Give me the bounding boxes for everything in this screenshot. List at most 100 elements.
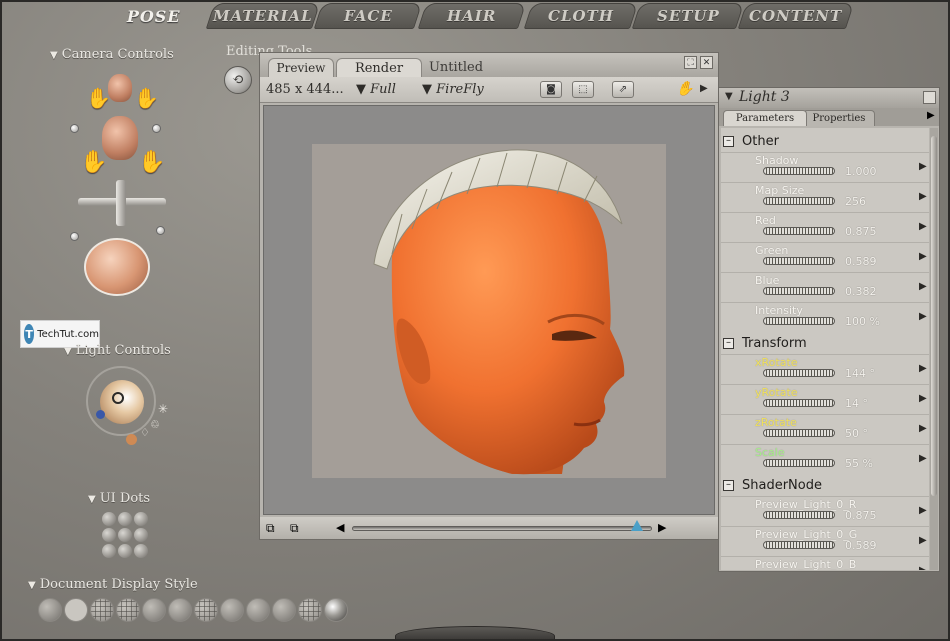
bulb-icon[interactable]: ♢ xyxy=(140,426,150,439)
display-style-outline[interactable] xyxy=(64,598,88,622)
display-style-texture-shaded[interactable] xyxy=(324,598,348,622)
param-menu-arrow-icon[interactable]: ▶ xyxy=(919,423,927,434)
display-style-hidden-line[interactable] xyxy=(116,598,140,622)
small-dot-left-icon[interactable] xyxy=(70,232,79,241)
param-value[interactable]: 50 ° xyxy=(845,427,868,440)
param-value[interactable]: 100 % xyxy=(845,315,880,328)
display-style-cartoon[interactable] xyxy=(220,598,244,622)
tab-hair[interactable]: HAIR xyxy=(417,3,527,29)
param-dial[interactable] xyxy=(763,317,835,325)
close-icon[interactable]: ✕ xyxy=(700,56,713,69)
param-menu-arrow-icon[interactable]: ▶ xyxy=(919,565,927,570)
selected-actor-name[interactable]: Light 3 xyxy=(739,89,790,105)
title-dropdown-triangle-icon[interactable]: ▼ xyxy=(725,91,733,102)
param-value[interactable]: 14 ° xyxy=(845,397,868,410)
parameters-scrollbar[interactable] xyxy=(930,128,938,570)
render-compare-icon[interactable]: ⧉ xyxy=(266,521,275,536)
tab-pose[interactable]: POSE xyxy=(114,3,194,29)
param-dial[interactable] xyxy=(763,429,835,437)
hand-right-icon[interactable]: ✋ xyxy=(134,86,159,110)
more-arrow-icon[interactable]: ▶ xyxy=(700,83,708,94)
light-position-handle[interactable] xyxy=(112,392,124,404)
param-dial[interactable] xyxy=(763,167,835,175)
document-display-style-header[interactable]: ▼ Document Display Style xyxy=(28,577,198,592)
move-xz-hand-icon[interactable]: ✋ xyxy=(138,150,165,175)
palette-menu-arrow-icon[interactable]: ▶ xyxy=(927,110,935,121)
tab-material[interactable]: MATERIAL xyxy=(205,3,321,29)
display-style-lit-wireframe[interactable] xyxy=(142,598,166,622)
parameters-scrollbar-thumb[interactable] xyxy=(931,136,937,496)
light-controls-header[interactable]: ▼ Light Controls xyxy=(64,343,171,358)
render-history-icon[interactable]: ⧉ xyxy=(290,521,299,536)
timeline-right-arrow-icon[interactable]: ▶ xyxy=(658,521,666,534)
display-style-flat-lined[interactable] xyxy=(194,598,218,622)
param-value[interactable]: 256 xyxy=(845,195,866,208)
light-blue-dot-icon[interactable] xyxy=(96,410,105,419)
collapse-box-icon[interactable]: – xyxy=(723,337,734,349)
param-menu-arrow-icon[interactable]: ▶ xyxy=(919,311,927,322)
ui-dot[interactable] xyxy=(102,544,116,558)
timeline-left-arrow-icon[interactable]: ◀ xyxy=(336,521,344,534)
tab-setup[interactable]: SETUP xyxy=(631,3,745,29)
ui-dot[interactable] xyxy=(118,528,132,542)
param-group-0[interactable]: – Other xyxy=(723,132,779,150)
ui-dot[interactable] xyxy=(118,544,132,558)
param-menu-arrow-icon[interactable]: ▶ xyxy=(919,363,927,374)
param-value[interactable]: 144 ° xyxy=(845,367,875,380)
move-xy-hand-icon[interactable]: ✋ xyxy=(80,150,107,175)
display-style-smooth-shaded[interactable] xyxy=(272,598,296,622)
display-style-silhouette[interactable] xyxy=(38,598,62,622)
ui-dot[interactable] xyxy=(118,512,132,526)
ui-dot[interactable] xyxy=(134,544,148,558)
head-camera-icon[interactable] xyxy=(108,74,132,102)
param-value[interactable]: 0.875 xyxy=(845,225,877,238)
display-style-cartoon-line[interactable] xyxy=(246,598,270,622)
sun-icon[interactable]: ✳ xyxy=(158,402,168,416)
trash-icon[interactable]: ♲ xyxy=(150,418,160,431)
param-menu-arrow-icon[interactable]: ▶ xyxy=(919,535,927,546)
ui-dot[interactable] xyxy=(102,512,116,526)
param-dial[interactable] xyxy=(763,399,835,407)
ui-dot[interactable] xyxy=(134,512,148,526)
param-dial[interactable] xyxy=(763,459,835,467)
param-menu-arrow-icon[interactable]: ▶ xyxy=(919,161,927,172)
param-value[interactable]: 0.589 xyxy=(845,255,877,268)
export-image-icon[interactable]: ⇗ xyxy=(612,81,634,98)
param-value[interactable]: 0.875 xyxy=(845,509,877,522)
ui-dots-header[interactable]: ▼ UI Dots xyxy=(88,491,150,506)
param-group-1[interactable]: – Transform xyxy=(723,334,807,352)
param-value[interactable]: 1.000 xyxy=(845,165,877,178)
param-dial[interactable] xyxy=(763,369,835,377)
trackball-bar-vertical[interactable] xyxy=(116,180,126,226)
param-value[interactable]: 0.382 xyxy=(845,285,877,298)
param-dial[interactable] xyxy=(763,197,835,205)
tab-properties[interactable]: Properties xyxy=(803,110,875,126)
tab-preview[interactable]: Preview xyxy=(268,58,334,77)
param-menu-arrow-icon[interactable]: ▶ xyxy=(919,191,927,202)
param-value[interactable]: 55 % xyxy=(845,457,873,470)
render-camera-icon[interactable]: ◙ xyxy=(540,81,562,98)
area-render-icon[interactable]: ⬚ xyxy=(572,81,594,98)
hand-pan-icon[interactable]: ✋ xyxy=(676,81,693,97)
ui-dot[interactable] xyxy=(134,528,148,542)
render-slider-thumb[interactable] xyxy=(631,520,643,531)
param-menu-arrow-icon[interactable]: ▶ xyxy=(919,221,927,232)
render-slider[interactable] xyxy=(352,526,652,531)
display-style-smooth-lined[interactable] xyxy=(298,598,322,622)
collapse-box-icon[interactable]: – xyxy=(723,135,734,147)
tab-render[interactable]: Render xyxy=(336,58,422,77)
resolution-dropdown[interactable]: ▼ Full xyxy=(356,82,396,97)
param-menu-arrow-icon[interactable]: ▶ xyxy=(919,453,927,464)
collapse-box-icon[interactable]: – xyxy=(723,479,734,491)
tab-content[interactable]: CONTENT xyxy=(737,3,855,29)
renderer-dropdown[interactable]: ▼ FireFly xyxy=(422,82,484,97)
param-menu-arrow-icon[interactable]: ▶ xyxy=(919,393,927,404)
camera-trackball[interactable] xyxy=(84,238,150,296)
ui-dot[interactable] xyxy=(102,528,116,542)
rotate-tool-button[interactable]: ⟲ xyxy=(224,66,252,94)
tab-cloth[interactable]: CLOTH xyxy=(523,3,639,29)
param-dial[interactable] xyxy=(763,511,835,519)
param-group-2[interactable]: – ShaderNode xyxy=(723,476,822,494)
small-dot-right-icon[interactable] xyxy=(156,226,165,235)
param-dial[interactable] xyxy=(763,227,835,235)
